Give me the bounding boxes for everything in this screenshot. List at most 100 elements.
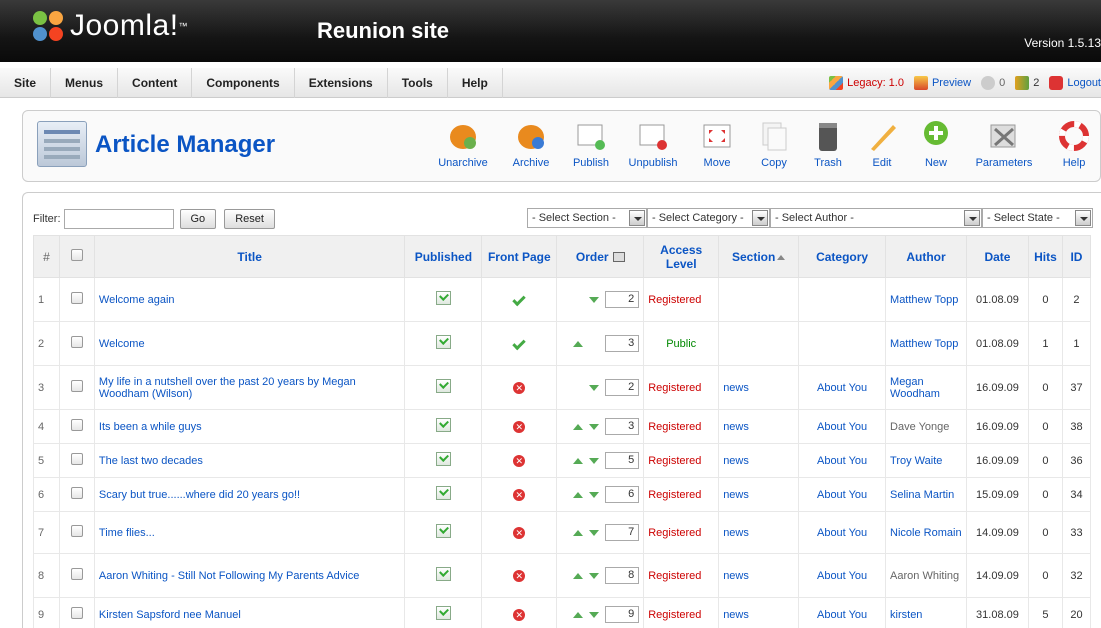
article-title-link[interactable]: Welcome again: [99, 294, 175, 306]
parameters-button[interactable]: Parameters: [974, 119, 1034, 175]
preview-link[interactable]: Preview: [913, 76, 971, 90]
move-up-icon[interactable]: [573, 457, 584, 464]
author-link[interactable]: kirsten: [890, 609, 922, 621]
section-link[interactable]: news: [723, 421, 749, 433]
move-down-icon[interactable]: [589, 296, 600, 303]
order-input[interactable]: 3: [605, 335, 640, 352]
move-button[interactable]: Move: [687, 119, 747, 175]
row-checkbox[interactable]: [70, 292, 83, 304]
frontpage-yes-icon[interactable]: [512, 292, 527, 306]
filter-input[interactable]: [63, 209, 174, 229]
menu-extensions[interactable]: Extensions: [295, 68, 388, 98]
published-icon[interactable]: [435, 486, 451, 500]
article-title-link[interactable]: My life in a nutshell over the past 20 y…: [99, 376, 356, 400]
category-link[interactable]: About You: [817, 570, 867, 582]
access-level-link[interactable]: Registered: [648, 455, 701, 467]
move-down-icon[interactable]: [589, 491, 600, 498]
frontpage-no-icon[interactable]: ✕: [513, 488, 526, 501]
col-title[interactable]: Title: [93, 235, 406, 278]
category-link[interactable]: About You: [817, 382, 867, 394]
article-title-link[interactable]: Kirsten Sapsford nee Manuel: [99, 609, 241, 621]
menu-tools[interactable]: Tools: [388, 68, 448, 98]
move-down-icon[interactable]: [589, 529, 600, 536]
order-input[interactable]: 5: [605, 452, 640, 469]
move-down-icon[interactable]: [589, 611, 600, 618]
logout-link[interactable]: Logout: [1049, 76, 1101, 90]
order-input[interactable]: 2: [605, 291, 640, 308]
section-link[interactable]: news: [723, 455, 749, 467]
published-icon[interactable]: [435, 452, 451, 466]
col-section[interactable]: Section: [718, 235, 800, 278]
article-title-link[interactable]: Scary but true......where did 20 years g…: [99, 489, 300, 501]
section-link[interactable]: news: [723, 527, 749, 539]
author-link[interactable]: Nicole Romain: [890, 527, 962, 539]
col-category[interactable]: Category: [798, 235, 887, 278]
frontpage-no-icon[interactable]: ✕: [513, 454, 526, 467]
frontpage-no-icon[interactable]: ✕: [513, 526, 526, 539]
article-title-link[interactable]: The last two decades: [99, 455, 203, 467]
published-icon[interactable]: [435, 524, 451, 538]
published-icon[interactable]: [435, 291, 451, 305]
state-select[interactable]: - Select State -: [982, 208, 1093, 228]
author-select[interactable]: - Select Author -: [770, 208, 982, 228]
order-input[interactable]: 7: [605, 524, 640, 541]
published-icon[interactable]: [435, 606, 451, 620]
row-checkbox[interactable]: [70, 525, 83, 537]
col-published[interactable]: Published: [404, 235, 483, 278]
article-title-link[interactable]: Welcome: [99, 338, 145, 350]
access-level-link[interactable]: Public: [666, 338, 696, 350]
menu-menus[interactable]: Menus: [51, 68, 119, 98]
row-checkbox[interactable]: [70, 380, 83, 392]
article-title-link[interactable]: Its been a while guys: [99, 421, 202, 433]
menu-site[interactable]: Site: [0, 68, 52, 98]
col-id[interactable]: ID: [1061, 235, 1092, 278]
access-level-link[interactable]: Registered: [648, 527, 701, 539]
col-date[interactable]: Date: [965, 235, 1029, 278]
category-select[interactable]: - Select Category -: [647, 208, 770, 228]
row-checkbox[interactable]: [70, 453, 83, 465]
category-link[interactable]: About You: [817, 609, 867, 621]
col-frontpage[interactable]: Front Page: [481, 235, 558, 278]
access-level-link[interactable]: Registered: [648, 294, 701, 306]
section-link[interactable]: news: [723, 382, 749, 394]
author-link[interactable]: Selina Martin: [890, 489, 954, 501]
frontpage-yes-icon[interactable]: [512, 336, 527, 350]
article-title-link[interactable]: Aaron Whiting - Still Not Following My P…: [99, 570, 359, 582]
order-input[interactable]: 2: [605, 379, 640, 396]
edit-button[interactable]: Edit: [852, 119, 912, 175]
move-down-icon[interactable]: [589, 572, 600, 579]
col-access[interactable]: Access Level: [643, 235, 720, 278]
section-link[interactable]: news: [723, 489, 749, 501]
move-up-icon[interactable]: [573, 340, 584, 347]
move-up-icon[interactable]: [573, 491, 584, 498]
row-checkbox[interactable]: [70, 568, 83, 580]
col-order[interactable]: Order: [556, 235, 645, 278]
order-input[interactable]: 6: [605, 486, 640, 503]
move-up-icon[interactable]: [573, 611, 584, 618]
frontpage-no-icon[interactable]: ✕: [513, 420, 526, 433]
published-icon[interactable]: [435, 567, 451, 581]
move-up-icon[interactable]: [573, 572, 584, 579]
order-input[interactable]: 8: [605, 567, 640, 584]
published-icon[interactable]: [435, 418, 451, 432]
author-link[interactable]: Matthew Topp: [890, 294, 958, 306]
category-link[interactable]: About You: [817, 455, 867, 467]
section-select[interactable]: - Select Section -: [527, 208, 647, 228]
frontpage-no-icon[interactable]: ✕: [513, 608, 526, 621]
unpublish-button[interactable]: Unpublish: [623, 119, 683, 175]
move-down-icon[interactable]: [589, 384, 600, 391]
copy-button[interactable]: Copy: [744, 119, 804, 175]
published-icon[interactable]: [435, 335, 451, 349]
unarchive-button[interactable]: Unarchive: [433, 119, 493, 175]
go-button[interactable]: Go: [179, 209, 217, 229]
select-all-checkbox[interactable]: [70, 249, 83, 261]
help-button[interactable]: Help: [1044, 119, 1101, 175]
category-link[interactable]: About You: [817, 421, 867, 433]
row-checkbox[interactable]: [70, 487, 83, 499]
order-input[interactable]: 9: [605, 606, 640, 623]
frontpage-no-icon[interactable]: ✕: [513, 381, 526, 394]
menu-components[interactable]: Components: [192, 68, 295, 98]
published-icon[interactable]: [435, 379, 451, 393]
publish-button[interactable]: Publish: [561, 119, 621, 175]
section-link[interactable]: news: [723, 570, 749, 582]
